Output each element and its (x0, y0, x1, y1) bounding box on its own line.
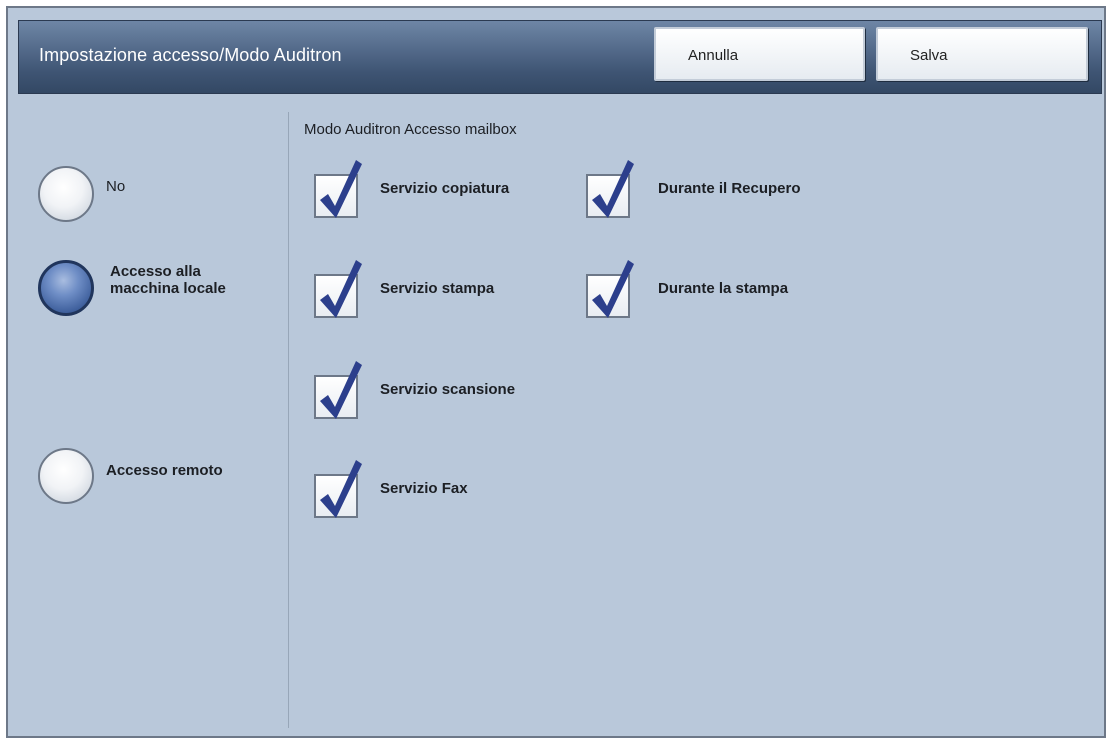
checkmark-icon (592, 160, 634, 218)
section-title: Modo Auditron Accesso mailbox (304, 121, 517, 138)
radio-label: Accesso alla macchina locale (110, 263, 226, 297)
radio-label: Accesso remoto (106, 462, 223, 479)
radio-button-selected[interactable] (38, 260, 94, 316)
checkbox[interactable] (314, 160, 362, 218)
checkbox-label: Servizio stampa (380, 280, 495, 297)
checkbox-label: Durante il Recupero (658, 180, 801, 197)
radio-label: No (106, 178, 126, 195)
checkmark-icon (320, 260, 362, 318)
save-button-label: Salva (910, 47, 948, 64)
radio-button[interactable] (38, 166, 94, 222)
checkbox-label: Servizio copiatura (380, 180, 510, 197)
radio-button[interactable] (38, 448, 94, 504)
checkbox[interactable] (314, 260, 362, 318)
save-button[interactable]: Salva (876, 27, 1088, 81)
checkmark-icon (320, 361, 362, 419)
checkmark-icon (592, 260, 634, 318)
checkbox-label: Servizio scansione (380, 381, 516, 398)
checkbox-label: Servizio Fax (380, 480, 468, 497)
cancel-button[interactable]: Annulla (654, 27, 865, 81)
checkbox[interactable] (314, 361, 362, 419)
checkbox[interactable] (586, 160, 634, 218)
checkmark-icon (320, 160, 362, 218)
vertical-divider (288, 112, 289, 728)
checkmark-icon (320, 460, 362, 518)
cancel-button-label: Annulla (688, 47, 739, 64)
checkbox[interactable] (314, 460, 362, 518)
checkbox[interactable] (586, 260, 634, 318)
page-title: Impostazione accesso/Modo Auditron (39, 45, 342, 65)
header-bar: Impostazione accesso/Modo Auditron Annul… (18, 20, 1102, 94)
checkbox-label: Durante la stampa (658, 280, 789, 297)
app-window: Impostazione accesso/Modo Auditron Annul… (6, 6, 1106, 738)
